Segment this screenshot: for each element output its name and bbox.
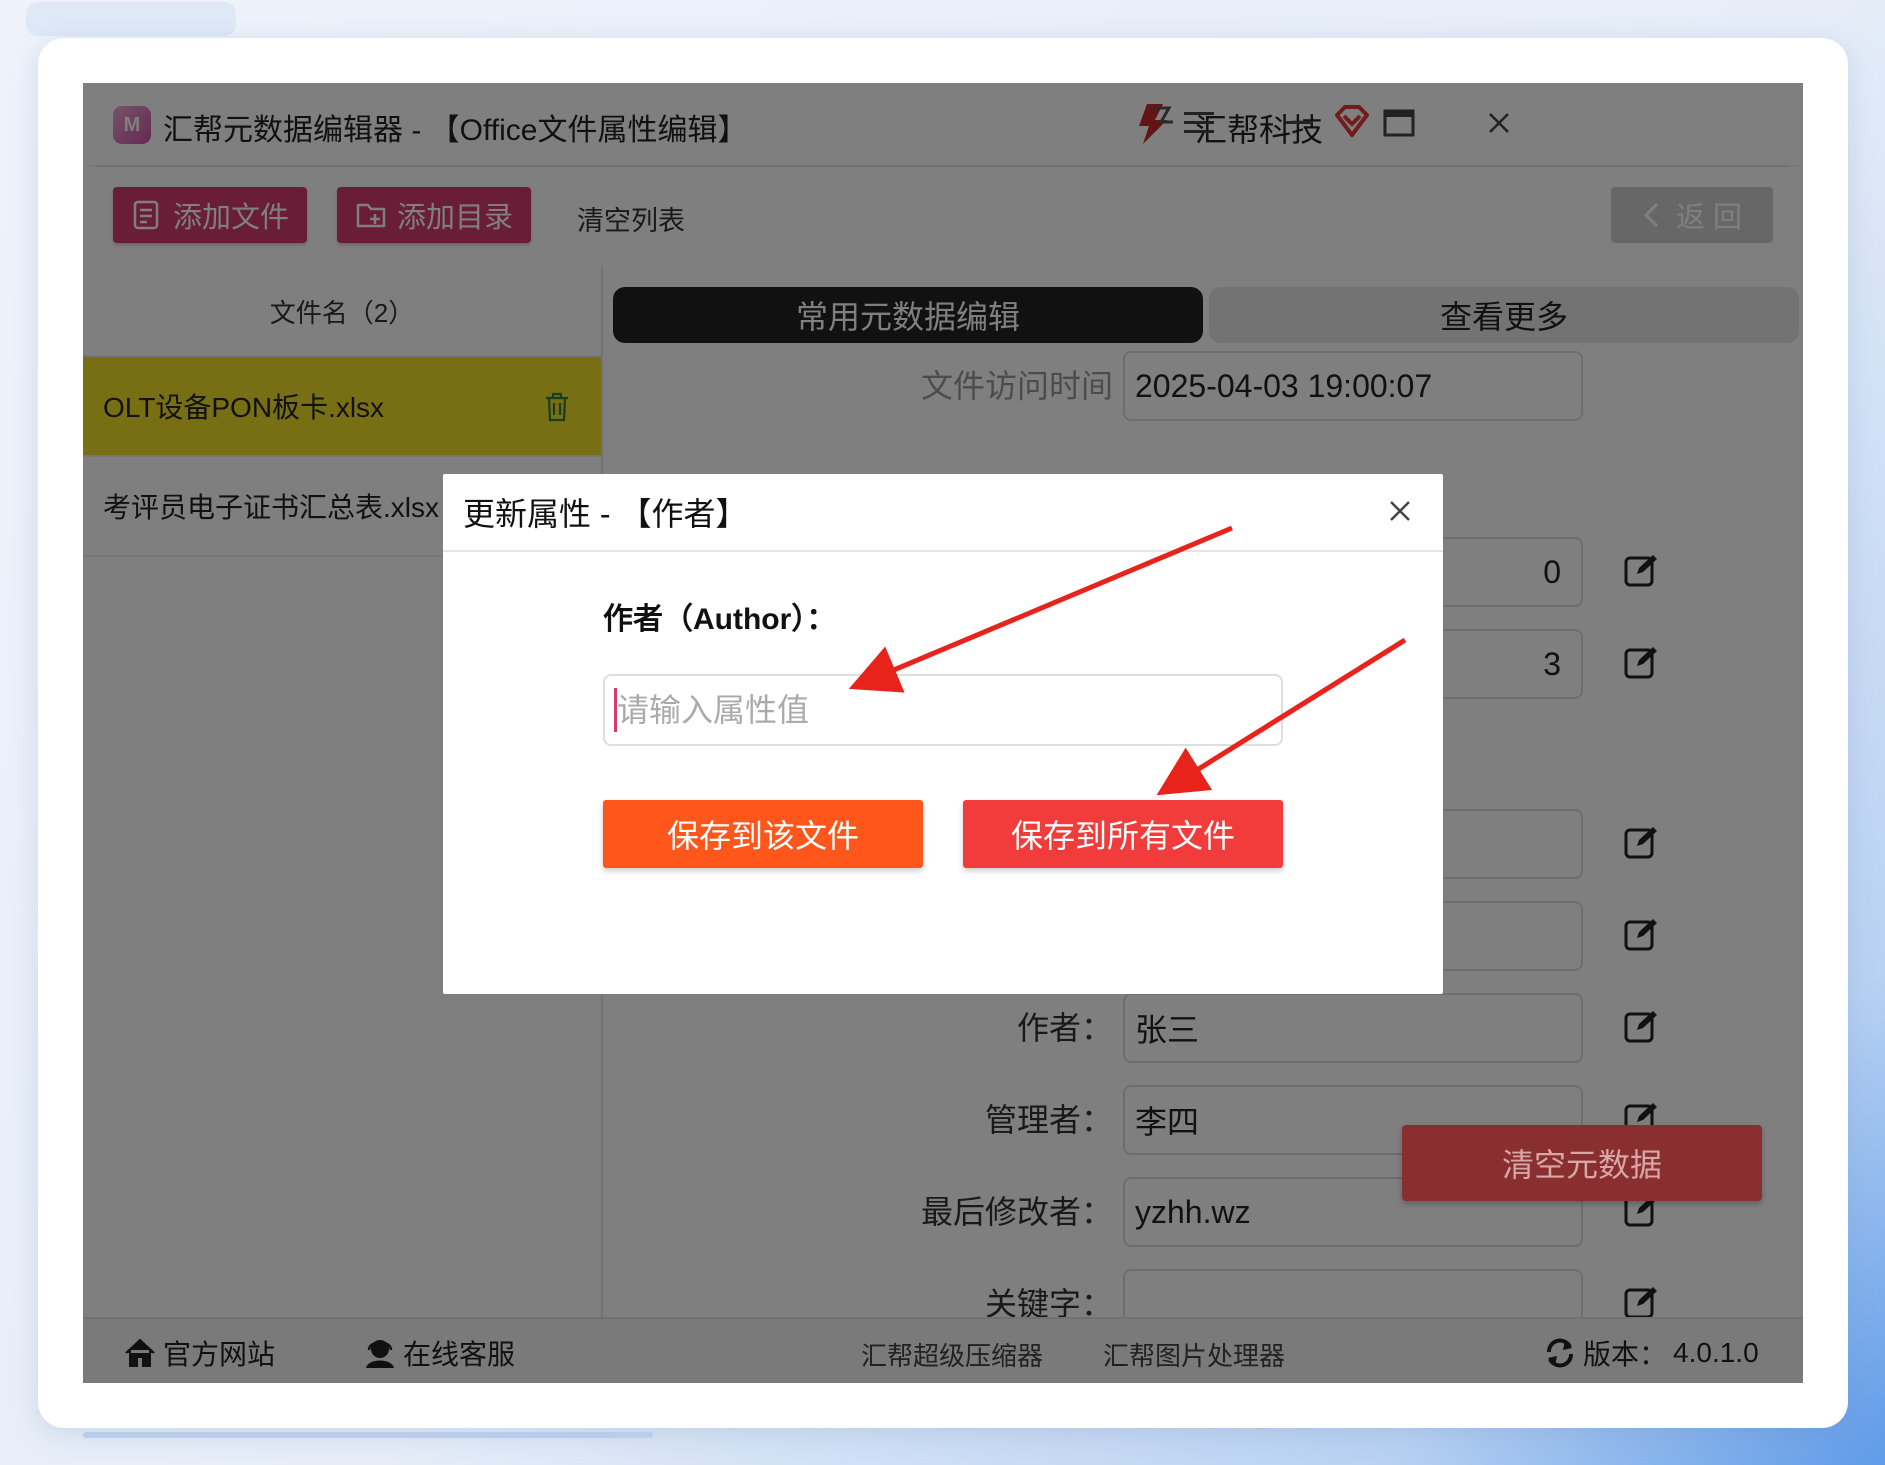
update-property-dialog: 更新属性 - 【作者】 作者（Author）： 保存到该文件 保存到所有文件 [443, 474, 1443, 994]
property-value-input[interactable] [603, 674, 1283, 746]
text-cursor [614, 688, 617, 732]
background-pill [26, 2, 236, 36]
save-to-this-file-button[interactable]: 保存到该文件 [603, 800, 923, 868]
dialog-title: 更新属性 - 【作者】 [443, 474, 1443, 552]
background-line [83, 1432, 653, 1438]
clear-metadata-button[interactable]: 清空元数据 [1402, 1125, 1762, 1201]
close-icon[interactable] [1383, 494, 1417, 528]
author-field-label: 作者（Author）： [603, 603, 837, 636]
save-to-all-files-button[interactable]: 保存到所有文件 [963, 800, 1283, 868]
